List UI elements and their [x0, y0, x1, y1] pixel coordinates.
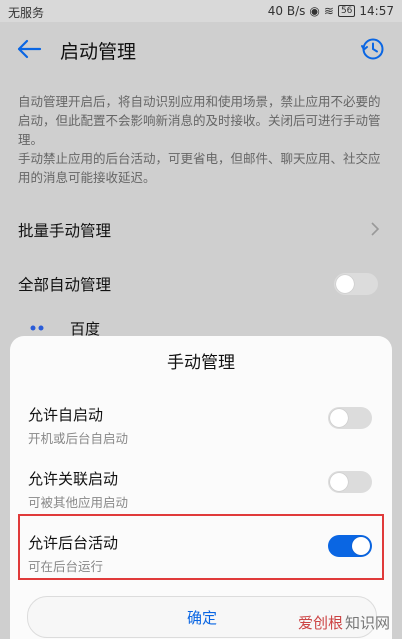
- battery-icon: 56: [337, 5, 356, 17]
- back-arrow-icon[interactable]: [16, 38, 42, 60]
- description-paragraph-1: 自动管理开启后，将自动识别应用和使用场景，禁止应用不必要的启动，但此配置不会影响…: [18, 94, 381, 147]
- watermark: 爱创根 知识网: [298, 612, 390, 633]
- background-activity-switch[interactable]: [328, 535, 372, 557]
- all-auto-label: 全部自动管理: [18, 276, 112, 294]
- wifi-icon: ≋: [323, 4, 334, 18]
- option-subtitle: 可在后台运行: [28, 559, 104, 574]
- switch-knob: [330, 473, 348, 491]
- page-title: 启动管理: [60, 41, 137, 63]
- status-right: 40 B/s ◉ ≋ 56 14:57: [268, 4, 394, 18]
- switch-knob: [330, 409, 348, 427]
- watermark-brand: 爱创根: [297, 614, 343, 632]
- switch-knob: [336, 275, 354, 293]
- option-title: 允许后台活动: [28, 534, 119, 552]
- option-auto-start[interactable]: 允许自启动 开机或后台自启动: [10, 400, 392, 462]
- chevron-right-icon: [371, 222, 380, 236]
- option-title: 允许自启动: [28, 406, 104, 424]
- baidu-paw-icon: [30, 325, 44, 331]
- manual-manage-sheet: 手动管理 允许自启动 开机或后台自启动 允许关联启动 可被其他应用启动 允许后台…: [10, 336, 392, 639]
- status-bar: 无服务 40 B/s ◉ ≋ 56 14:57: [0, 0, 402, 22]
- network-speed: 40 B/s: [267, 4, 306, 18]
- clock: 14:57: [359, 4, 394, 18]
- auto-start-switch[interactable]: [328, 407, 372, 429]
- all-auto-row: 全部自动管理: [0, 258, 402, 310]
- sheet-title: 手动管理: [167, 353, 235, 373]
- linked-start-switch[interactable]: [328, 471, 372, 493]
- option-subtitle: 开机或后台自启动: [28, 431, 129, 446]
- all-auto-switch[interactable]: [334, 273, 378, 295]
- description-paragraph-2: 手动禁止应用的后台活动，可更省电，但邮件、聊天应用、社交应用的消息可能接收延迟。: [18, 151, 381, 185]
- option-title: 允许关联启动: [28, 470, 119, 488]
- app-header: 启动管理: [0, 22, 402, 76]
- switch-knob: [352, 537, 370, 555]
- carrier-text: 无服务: [8, 6, 45, 20]
- auto-manage-description: 自动管理开启后，将自动识别应用和使用场景，禁止应用不必要的启动，但此配置不会影响…: [18, 92, 386, 187]
- batch-manual-row[interactable]: 批量手动管理: [0, 204, 402, 256]
- option-background-activity[interactable]: 允许后台活动 可在后台运行: [10, 528, 392, 590]
- eye-icon: ◉: [309, 4, 320, 18]
- history-icon[interactable]: [360, 36, 386, 62]
- batch-manual-label: 批量手动管理: [18, 222, 112, 240]
- option-subtitle: 可被其他应用启动: [28, 495, 129, 510]
- watermark-text: 知识网: [344, 614, 390, 632]
